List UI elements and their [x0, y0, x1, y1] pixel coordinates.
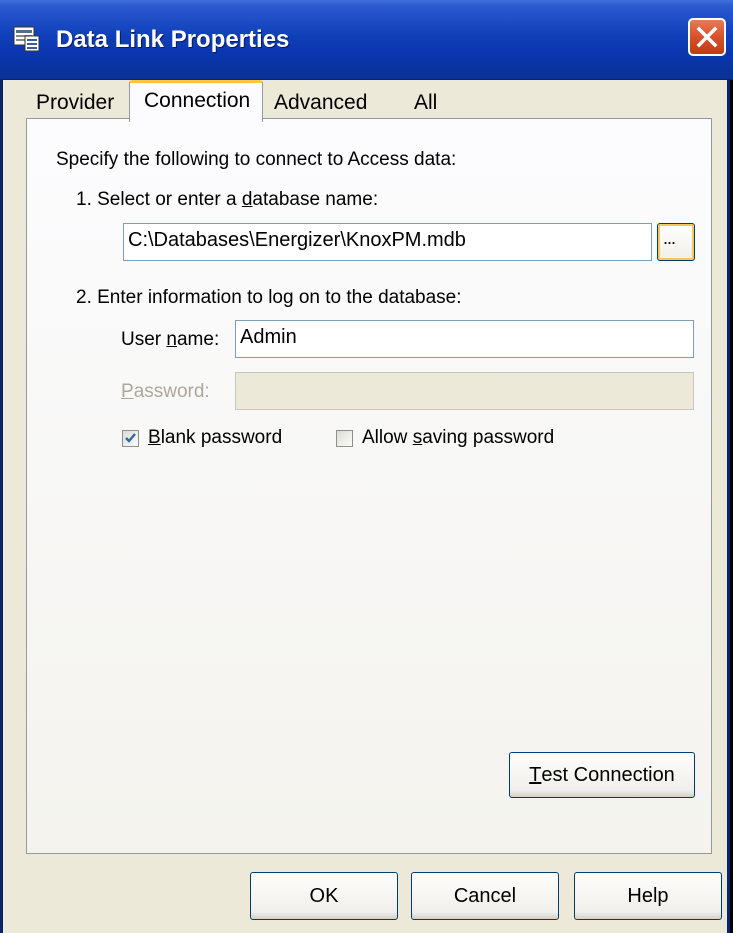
checkmark-icon — [125, 433, 136, 443]
blank-password-label[interactable]: Blank password — [148, 427, 282, 449]
allow-saving-prefix: Allow — [362, 427, 413, 448]
step1-accel: d — [241, 189, 253, 210]
step2-label: 2. Enter information to log on to the da… — [76, 287, 462, 308]
database-name-input[interactable]: C:\Databases\Energizer\KnoxPM.mdb — [123, 223, 652, 261]
close-icon — [696, 26, 718, 48]
close-button[interactable] — [688, 18, 726, 56]
data-link-icon — [13, 26, 40, 52]
username-accel: n — [166, 329, 177, 350]
help-button[interactable]: Help — [574, 872, 722, 920]
allow-saving-accel: s — [412, 427, 423, 448]
username-input[interactable]: Admin — [235, 320, 694, 358]
step1-suffix: atabase name: — [252, 189, 379, 210]
password-suffix: assword: — [133, 381, 210, 402]
test-suffix: est Connection — [541, 763, 675, 786]
password-accel: P — [121, 381, 134, 402]
password-input[interactable] — [235, 372, 694, 410]
username-prefix: User — [121, 329, 167, 350]
intro-text: Specify the following to connect to Acce… — [56, 149, 457, 170]
blank-password-accel: B — [148, 427, 161, 448]
test-accel: T — [529, 763, 542, 786]
test-connection-button[interactable]: Test Connection — [509, 752, 695, 798]
tab-all[interactable]: All — [414, 91, 437, 115]
username-suffix: ame: — [176, 329, 220, 350]
password-label: Password: — [121, 381, 210, 403]
browse-button[interactable]: ... — [657, 223, 695, 261]
tab-advanced[interactable]: Advanced — [274, 91, 367, 115]
step1-prefix: 1. Select or enter a — [76, 189, 242, 210]
step1-label: 1. Select or enter a database name: — [76, 189, 378, 211]
connection-panel: Specify the following to connect to Acce… — [26, 118, 712, 854]
username-label: User name: — [121, 329, 219, 351]
window-title: Data Link Properties — [56, 26, 290, 53]
browse-label: ... — [663, 228, 676, 248]
tab-provider[interactable]: Provider — [36, 91, 114, 115]
allow-saving-password-checkbox[interactable] — [336, 430, 353, 447]
allow-saving-suffix: aving password — [422, 427, 555, 448]
title-bar[interactable]: Data Link Properties — [0, 0, 733, 80]
cancel-button[interactable]: Cancel — [411, 872, 559, 920]
blank-password-suffix: lank password — [160, 427, 283, 448]
blank-password-checkbox[interactable] — [122, 430, 139, 447]
ok-button[interactable]: OK — [250, 872, 398, 920]
tab-connection[interactable]: Connection — [129, 80, 263, 122]
allow-saving-password-label[interactable]: Allow saving password — [362, 427, 554, 449]
